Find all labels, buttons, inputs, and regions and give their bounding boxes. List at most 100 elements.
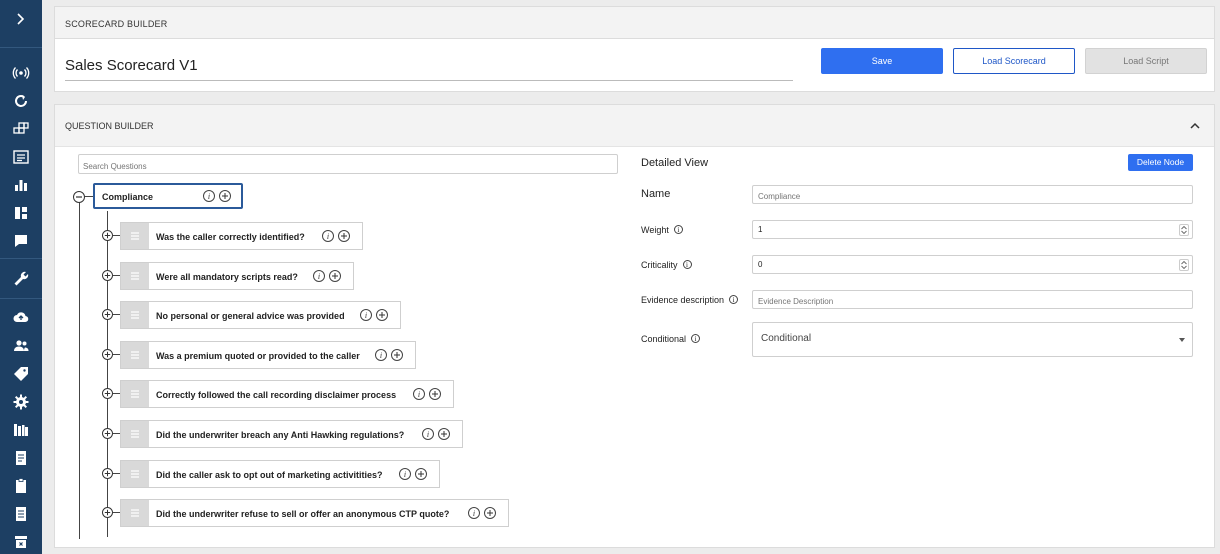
info-icon[interactable]: i xyxy=(422,428,434,440)
expand-node-icon[interactable] xyxy=(102,230,113,241)
add-child-icon[interactable] xyxy=(429,388,441,401)
wrench-icon[interactable] xyxy=(12,270,30,288)
question-node[interactable]: Was the caller correctly identified? i xyxy=(120,222,363,250)
add-child-icon[interactable] xyxy=(484,507,496,520)
criticality-value: 0 xyxy=(758,260,763,269)
number-stepper-icon[interactable] xyxy=(1179,224,1189,236)
scorecard-builder-header: SCORECARD BUILDER xyxy=(55,7,1214,39)
weight-input[interactable]: 1 xyxy=(752,220,1193,239)
question-node[interactable]: Did the caller ask to opt out of marketi… xyxy=(120,459,440,488)
info-icon[interactable]: i xyxy=(313,269,325,282)
drag-handle-icon[interactable] xyxy=(121,341,149,368)
svg-text:i: i xyxy=(208,192,210,201)
name-input[interactable] xyxy=(752,185,1193,204)
info-icon[interactable]: i xyxy=(322,230,334,242)
list-icon[interactable] xyxy=(12,148,30,166)
info-icon[interactable]: i xyxy=(203,190,215,202)
add-child-icon[interactable] xyxy=(376,309,388,322)
expand-node-icon[interactable] xyxy=(102,428,113,439)
load-scorecard-button[interactable]: Load Scorecard xyxy=(953,48,1075,74)
question-node[interactable]: Were all mandatory scripts read? i xyxy=(120,261,354,290)
evidence-description-input[interactable] xyxy=(752,290,1193,309)
question-node[interactable]: Correctly followed the call recording di… xyxy=(120,380,454,409)
drag-handle-icon[interactable] xyxy=(121,223,149,249)
scorecard-name-input[interactable]: Sales Scorecard V1 xyxy=(65,57,198,74)
question-node[interactable]: Did the underwriter refuse to sell or of… xyxy=(120,499,509,528)
chat-icon[interactable] xyxy=(12,232,30,250)
modules-icon[interactable] xyxy=(12,120,30,138)
drag-handle-icon[interactable] xyxy=(121,500,149,527)
question-builder-header: QUESTION BUILDER xyxy=(55,105,1214,147)
tree-connector xyxy=(113,314,120,316)
info-icon[interactable]: i xyxy=(729,295,739,304)
question-node[interactable]: No personal or general advice was provid… xyxy=(120,301,401,330)
broadcast-icon[interactable] xyxy=(12,64,30,82)
chevron-up-icon[interactable] xyxy=(1189,119,1201,131)
info-icon[interactable]: i xyxy=(399,467,411,480)
save-button[interactable]: Save xyxy=(821,48,943,74)
search-questions-input[interactable] xyxy=(78,154,618,174)
cloud-upload-icon[interactable] xyxy=(12,308,30,326)
expand-node-icon[interactable] xyxy=(102,269,113,281)
info-icon[interactable]: i xyxy=(691,334,701,343)
info-icon[interactable]: i xyxy=(375,348,387,361)
info-icon[interactable]: i xyxy=(682,260,692,269)
add-child-icon[interactable] xyxy=(329,269,341,282)
users-icon[interactable] xyxy=(12,337,30,355)
tree-connector xyxy=(113,393,120,395)
drag-handle-icon[interactable] xyxy=(121,421,149,447)
expand-node-icon[interactable] xyxy=(102,467,113,479)
document-icon[interactable] xyxy=(12,449,30,467)
dashboard-icon[interactable] xyxy=(12,204,30,222)
scorecard-name-underline xyxy=(65,80,793,81)
drag-handle-icon[interactable] xyxy=(121,262,149,289)
question-label: Was a premium quoted or provided to the … xyxy=(156,350,360,361)
add-child-icon[interactable] xyxy=(219,190,231,202)
info-icon[interactable]: i xyxy=(360,309,372,322)
clipboard-icon[interactable] xyxy=(12,477,30,495)
svg-text:i: i xyxy=(473,509,475,518)
question-node[interactable]: Did the underwriter breach any Anti Hawk… xyxy=(120,420,463,448)
collapse-node-icon[interactable] xyxy=(73,191,85,203)
question-label: Did the underwriter breach any Anti Hawk… xyxy=(156,430,405,440)
expand-node-icon[interactable] xyxy=(102,309,113,321)
info-icon[interactable]: i xyxy=(673,225,683,234)
criticality-input[interactable]: 0 xyxy=(752,255,1193,274)
question-label: Did the underwriter refuse to sell or of… xyxy=(156,509,450,520)
library-icon[interactable] xyxy=(12,421,30,439)
load-script-button[interactable]: Load Script xyxy=(1085,48,1207,74)
main-content: SCORECARD BUILDER Sales Scorecard V1 Sav… xyxy=(42,0,1220,554)
root-node-label: Compliance xyxy=(102,192,154,202)
file-icon[interactable] xyxy=(12,505,30,523)
expand-sidebar-icon[interactable] xyxy=(14,10,28,28)
question-node[interactable]: Was a premium quoted or provided to the … xyxy=(120,340,416,369)
delete-node-button[interactable]: Delete Node xyxy=(1128,154,1193,171)
conditional-select[interactable]: Conditional xyxy=(752,322,1193,357)
drag-handle-icon[interactable] xyxy=(121,460,149,487)
tree-connector xyxy=(85,196,93,197)
question-label: Did the caller ask to opt out of marketi… xyxy=(156,469,383,480)
add-child-icon[interactable] xyxy=(415,467,427,480)
number-stepper-icon[interactable] xyxy=(1179,259,1189,271)
tree-root-node[interactable]: Compliance i xyxy=(93,183,243,209)
expand-node-icon[interactable] xyxy=(102,507,113,519)
weight-value: 1 xyxy=(758,225,763,234)
bar-chart-icon[interactable] xyxy=(12,176,30,194)
drag-handle-icon[interactable] xyxy=(121,381,149,408)
archive-icon[interactable] xyxy=(12,533,30,551)
drag-handle-icon[interactable] xyxy=(121,302,149,329)
info-icon[interactable]: i xyxy=(413,388,425,401)
svg-text:i: i xyxy=(365,311,367,320)
expand-node-icon[interactable] xyxy=(102,388,113,400)
settings-icon[interactable] xyxy=(12,393,30,411)
tag-icon[interactable] xyxy=(12,365,30,383)
add-child-icon[interactable] xyxy=(438,428,450,440)
tree-connector xyxy=(113,235,120,236)
svg-text:i: i xyxy=(380,351,382,360)
evidence-label: Evidence description xyxy=(641,295,725,305)
add-child-icon[interactable] xyxy=(338,230,350,242)
expand-node-icon[interactable] xyxy=(102,348,113,360)
add-child-icon[interactable] xyxy=(391,348,403,361)
info-icon[interactable]: i xyxy=(468,507,480,520)
refresh-icon[interactable] xyxy=(12,92,30,110)
